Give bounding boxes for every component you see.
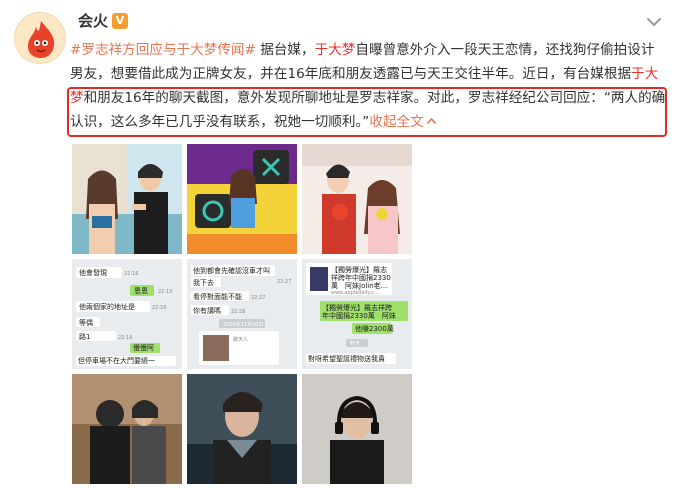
chat3-line-7: 對呀希望聖誕禮物送我貴: [308, 354, 385, 363]
photo-game-show[interactable]: [187, 144, 297, 254]
chat3-line-4: 【獨勞爆光】羅志祥跨: [322, 303, 392, 312]
chat-screenshot-1[interactable]: 他會發現 22:16 恩恩 22:15 他兩個家的地址是 22:16 等偶 路1…: [72, 259, 182, 369]
chat2-line-3: 看停對面能不能: [193, 292, 242, 301]
chat2-line-4: 你有講嗎: [193, 306, 221, 315]
chat1-line-1: 他會發現: [79, 268, 107, 277]
chat3-line-2: 祥跨年中國捐2330: [331, 273, 391, 282]
collapse-text-link[interactable]: 收起全文: [369, 114, 436, 130]
fire-mascot-icon: [15, 13, 65, 63]
chat1-line-7: 但停車場不在大門要繞一: [78, 356, 155, 365]
chat2-time-3: 22:28: [231, 309, 245, 315]
chat3-line-3: 萬 阿妹Jolin老...: [331, 281, 387, 290]
chat2-time-2: 22:27: [251, 295, 265, 301]
photo-man-headphones[interactable]: [302, 374, 412, 484]
chat2-line-2: 我下去: [193, 278, 214, 287]
chat1-line-2: 恩恩: [134, 287, 148, 295]
photo-dark-couple[interactable]: [72, 374, 182, 484]
topic-link[interactable]: #罗志祥方回应与于大梦传闻#: [70, 42, 256, 58]
chat1-time-2: 22:15: [158, 289, 172, 295]
chat1-line-4: 等偶: [79, 318, 93, 327]
chat-screenshot-2[interactable]: 他到都會先確認沒車才叫 我下去 22:27 看停對面能不能 22:27 你有講嗎…: [187, 259, 297, 369]
chat1-line-6: 慢慢阿: [133, 343, 154, 352]
chat3-line-6: 他賺2300萬: [355, 324, 394, 333]
chat3-line-1: 【獨勞爆光】羅志: [331, 265, 387, 274]
author-avatar[interactable]: [14, 12, 66, 64]
verified-badge-icon: V: [112, 13, 128, 29]
chat3-date: 昨天: [350, 340, 360, 347]
photo-man-portrait[interactable]: [187, 374, 297, 484]
photo-couple-fruit[interactable]: [302, 144, 412, 254]
chevron-up-icon: [426, 117, 436, 125]
chat1-time-4: 22:16: [118, 335, 132, 341]
chat3-line-5: 年中國捐2330萬 阿妹: [322, 311, 396, 320]
chat1-time-1: 22:16: [124, 271, 138, 277]
post-text: #罗志祥方回应与于大梦传闻# 据台媒，于大梦自曝曾意外介入一段天王恋情，还找狗仔…: [70, 38, 668, 134]
chat1-line-5: 路1: [79, 332, 90, 341]
post-text-segment: 据台媒，: [255, 42, 315, 58]
chat2-date: 2016年11月30日: [223, 321, 263, 328]
chat3-url: www.appledaily.c...: [331, 290, 379, 296]
chat2-line-1: 他到都會先確認沒車才叫: [193, 266, 270, 275]
image-grid: 他會發現 22:16 恩恩 22:15 他兩個家的地址是 22:16 等偶 路1…: [72, 144, 412, 484]
post-text-segment: 和朋友16年的聊天截图，意外发现所聊地址是罗志祥家。对此，罗志祥经纪公司回应：“…: [70, 90, 666, 130]
photo-couple-selfie[interactable]: [72, 144, 182, 254]
chat2-time-1: 22:27: [277, 279, 291, 285]
chat1-time-3: 22:16: [152, 305, 166, 311]
name-highlight[interactable]: 于大梦: [315, 42, 356, 58]
chat2-card-name: 聊天人: [233, 336, 248, 343]
chat-screenshot-3[interactable]: 【獨勞爆光】羅志 祥跨年中國捐2330 萬 阿妹Jolin老... www.ap…: [302, 259, 412, 369]
chevron-down-icon[interactable]: [646, 16, 662, 28]
author-name[interactable]: 会火: [78, 10, 108, 31]
chat1-line-3: 他兩個家的地址是: [79, 302, 135, 311]
